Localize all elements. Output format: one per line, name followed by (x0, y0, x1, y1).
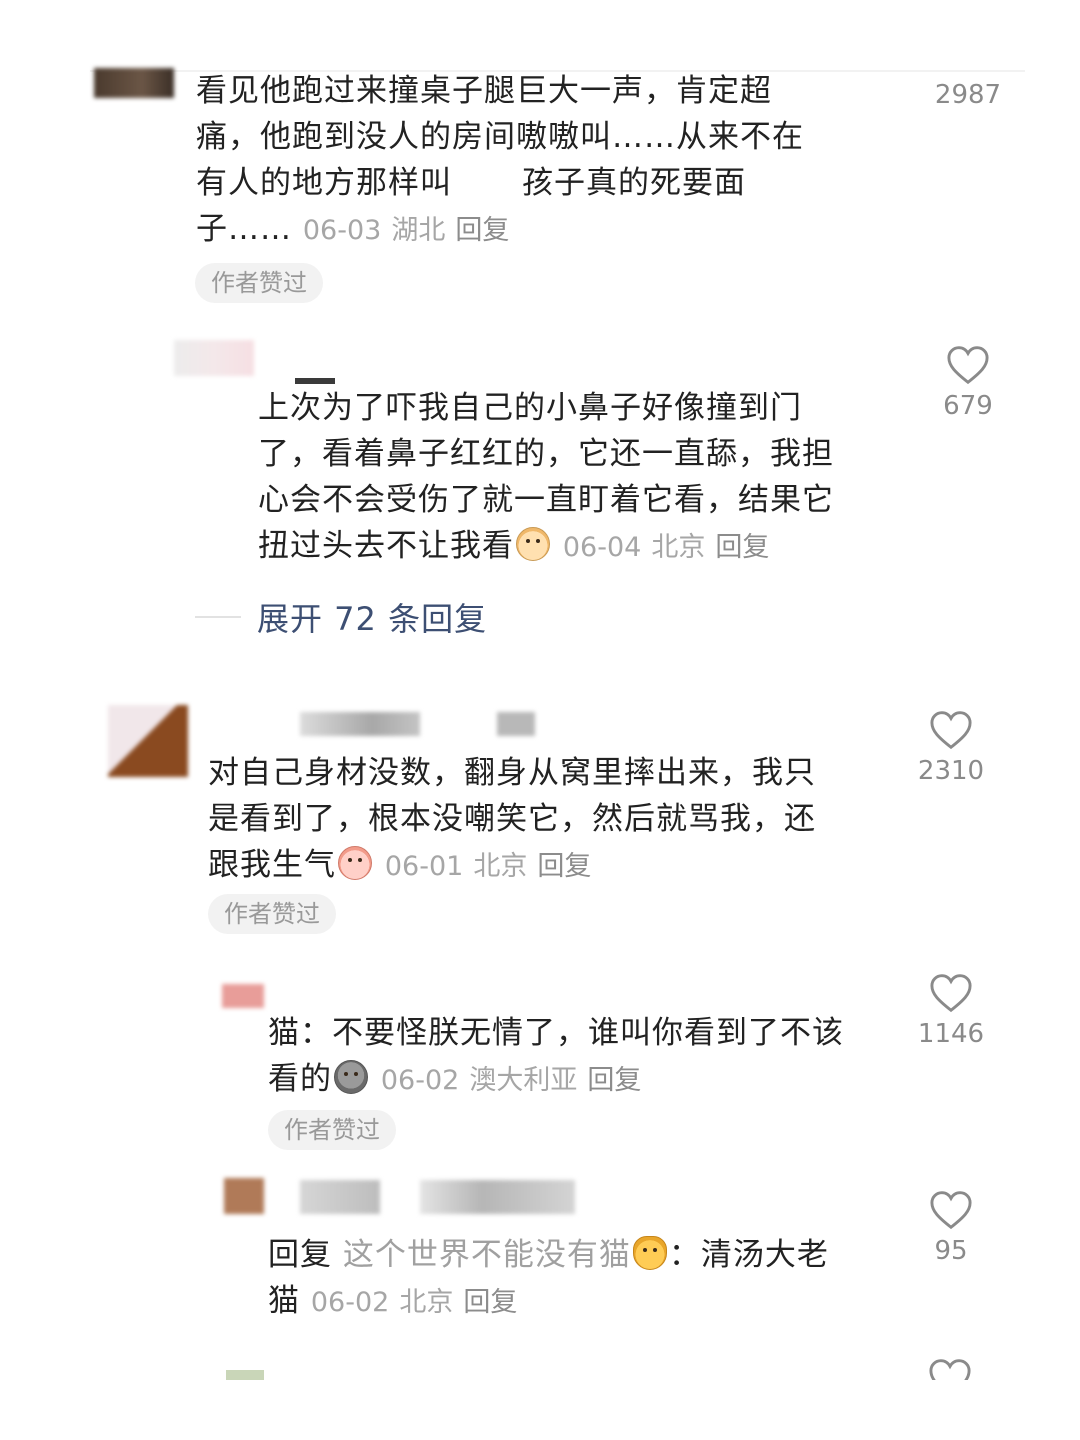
comment-date: 06-04 (562, 532, 642, 563)
avatar[interactable] (174, 340, 254, 376)
like-button[interactable]: 1146 (901, 973, 1001, 1049)
comment-date: 06-03 (302, 215, 382, 246)
comment-line: 猫 06-02 北京 回复 (268, 1278, 908, 1326)
heart-icon (947, 346, 989, 385)
comment-line: 心会不会受伤了就一直盯着它看，结果它 (258, 482, 834, 518)
reply-button[interactable]: 回复 (537, 851, 591, 882)
like-count: 2310 (917, 756, 985, 786)
skull-emoji-icon (334, 1060, 368, 1094)
like-button[interactable]: 679 (918, 345, 1018, 421)
like-count: 2987 (934, 80, 1002, 110)
reply-prefix: 回复 (268, 1237, 332, 1273)
author-liked-badge: 作者赞过 (208, 894, 336, 934)
comment-line: 有人的地方那样叫 孩子真的死要面 (196, 160, 896, 206)
expand-replies-button[interactable]: 展开 72 条回复 (195, 592, 487, 642)
avatar[interactable] (94, 68, 174, 98)
comment-line: 回复 这个世界不能没有猫 ：清汤大老 (268, 1232, 908, 1278)
like-count: 679 (943, 391, 993, 421)
comment-list: 看见他跑过来撞桌子腿巨大一声，肯定超 痛，他跑到没人的房间嗷嗷叫……从来不在 有… (0, 0, 1080, 1440)
author-liked-badge: 作者赞过 (195, 263, 323, 303)
cat-face-emoji-icon (632, 1236, 667, 1270)
like-button[interactable]: 2310 (901, 710, 1001, 786)
comment-meta: 06-02 澳大利亚 回复 (381, 1065, 641, 1096)
comment-line: 子…… 06-03 湖北 回复 (196, 206, 896, 254)
comment-line: 了，看着鼻子红红的，它还一直舔，我担 (258, 436, 834, 472)
colon: ： (668, 1237, 701, 1273)
crying-face-emoji-icon (516, 527, 550, 561)
redacted-nickname (420, 1180, 575, 1214)
avatar[interactable] (222, 984, 264, 1008)
comment-meta: 06-02 北京 回复 (311, 1287, 517, 1318)
comment-region: 北京 (651, 532, 706, 563)
comment-body: 回复 这个世界不能没有猫 ：清汤大老 猫 06-02 北京 回复 (268, 1232, 908, 1326)
redacted-nickname (300, 1180, 380, 1214)
comment-text-segment: 扭过头去不让我看 (258, 528, 514, 564)
author-liked-badge: 作者赞过 (268, 1110, 396, 1150)
comment-line: 跟我生气 06-01 北京 回复 (208, 842, 888, 890)
comment-body: 对自己身材没数，翻身从窝里摔出来，我只 是看到了，根本没嘲笑它，然后就骂我，还 … (208, 750, 888, 890)
comment-date: 06-01 (384, 851, 464, 882)
comment-line: 上次为了吓我自己的小鼻子好像撞到门 (258, 390, 802, 426)
comment-line: 是看到了，根本没嘲笑它，然后就骂我，还 (208, 801, 816, 837)
reply-to-nickname[interactable]: 这个世界不能没有猫 (343, 1237, 631, 1273)
comment-text-segment: 跟我生气 (208, 847, 336, 883)
avatar[interactable] (226, 1370, 264, 1380)
comment-text-segment: 有人的地方那样叫 (196, 165, 452, 201)
expand-replies-label: 展开 72 条回复 (257, 600, 488, 638)
reply-button[interactable]: 回复 (463, 1287, 517, 1318)
comment-region: 湖北 (391, 215, 446, 246)
heart-icon (930, 974, 972, 1013)
comment-text-segment: 孩子真的死要面 (522, 165, 746, 201)
comment-meta: 06-01 北京 回复 (385, 851, 591, 882)
comment-meta: 06-04 北京 回复 (563, 532, 769, 563)
comment-line: 对自己身材没数，翻身从窝里摔出来，我只 (208, 755, 816, 791)
like-button[interactable]: 2987 (918, 80, 1018, 110)
comment-text-segment: 子…… (196, 211, 292, 247)
comment-text-segment: 猫 (268, 1283, 300, 1319)
comment-meta: 06-03 湖北 回复 (303, 215, 509, 246)
comment-body: 猫：不要怪朕无情了，谁叫你看到了不该 看的 06-02 澳大利亚 回复 (268, 1010, 908, 1104)
redacted-nickname (497, 712, 535, 736)
comment-region: 北京 (473, 851, 528, 882)
comment-body: 上次为了吓我自己的小鼻子好像撞到门 了，看着鼻子红红的，它还一直舔，我担 心会不… (258, 385, 918, 571)
reply-button[interactable]: 回复 (715, 532, 769, 563)
comment-line: 痛，他跑到没人的房间嗷嗷叫……从来不在 (196, 119, 804, 155)
angry-face-emoji-icon (338, 846, 372, 880)
comment-line: 猫：不要怪朕无情了，谁叫你看到了不该 (268, 1015, 844, 1051)
comment-line: 扭过头去不让我看 06-04 北京 回复 (258, 523, 918, 571)
divider (195, 616, 241, 618)
heart-icon[interactable] (928, 1358, 974, 1380)
comment-date: 06-02 (310, 1287, 390, 1318)
comment-region: 北京 (399, 1287, 454, 1318)
like-button[interactable]: 95 (901, 1190, 1001, 1266)
avatar[interactable] (224, 1178, 264, 1214)
redacted-nickname (295, 378, 335, 384)
reply-button[interactable]: 回复 (587, 1065, 641, 1096)
comment-region: 澳大利亚 (469, 1065, 578, 1096)
heart-icon (930, 1191, 972, 1230)
comment-date: 06-02 (380, 1065, 460, 1096)
comment-line: 看的 06-02 澳大利亚 回复 (268, 1056, 908, 1104)
like-count: 95 (934, 1236, 968, 1266)
reply-button[interactable]: 回复 (455, 215, 509, 246)
avatar[interactable] (108, 705, 188, 777)
comment-body: 看见他跑过来撞桌子腿巨大一声，肯定超 痛，他跑到没人的房间嗷嗷叫……从来不在 有… (196, 68, 896, 254)
heart-icon (930, 711, 972, 750)
like-count: 1146 (917, 1019, 985, 1049)
redacted-nickname (300, 712, 420, 736)
comment-text-segment: 清汤大老 (700, 1237, 829, 1273)
comment-line: 看见他跑过来撞桌子腿巨大一声，肯定超 (196, 73, 772, 109)
comment-text-segment: 看的 (268, 1061, 332, 1097)
